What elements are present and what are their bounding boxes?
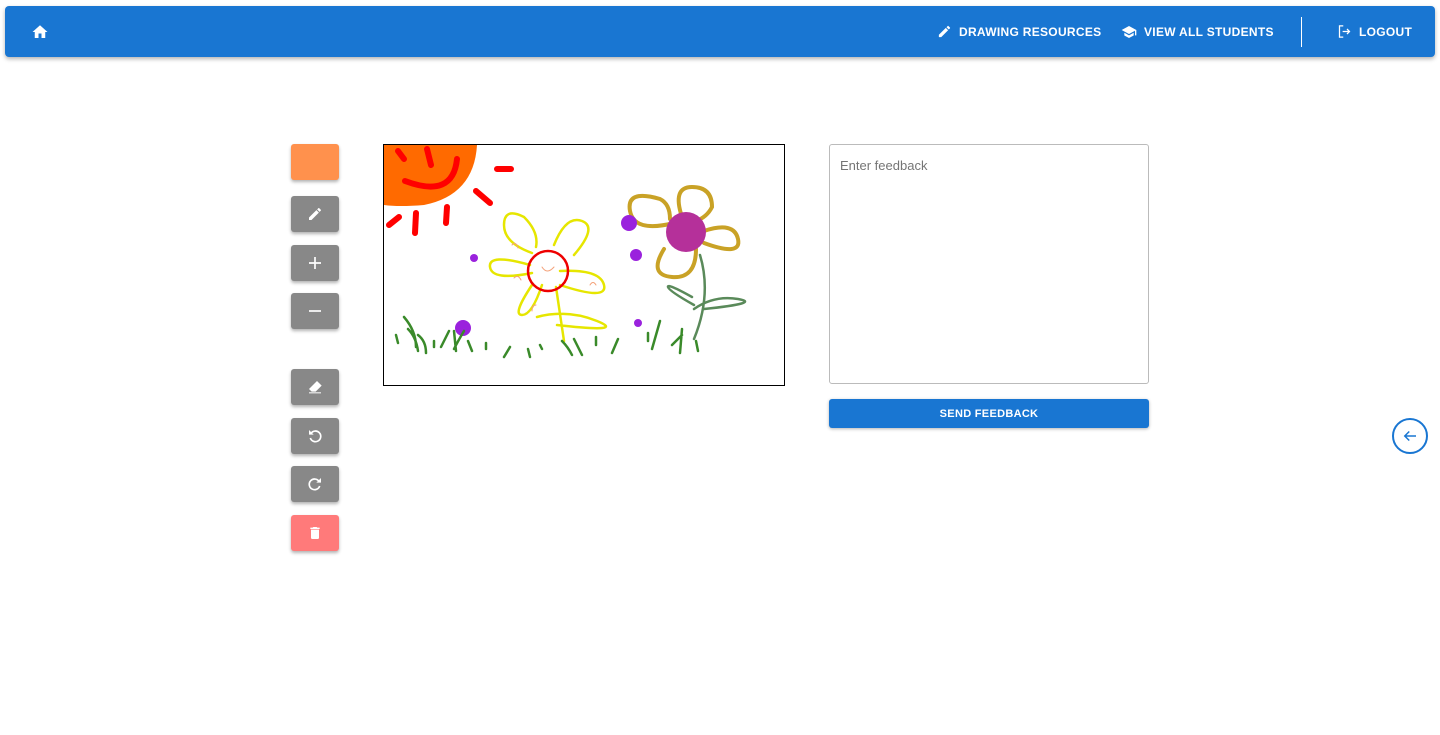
drawing-resources-button[interactable]: DRAWING RESOURCES: [937, 6, 1101, 57]
color-picker-button[interactable]: [291, 144, 339, 180]
undo-button[interactable]: [291, 418, 339, 454]
drawing-canvas[interactable]: [383, 144, 785, 386]
plus-icon: [309, 257, 321, 269]
send-feedback-button[interactable]: SEND FEEDBACK: [829, 399, 1149, 428]
home-button[interactable]: [31, 6, 49, 57]
back-button[interactable]: [1392, 418, 1428, 454]
trash-icon: [310, 527, 320, 539]
home-icon: [32, 24, 48, 38]
redo-button[interactable]: [291, 466, 339, 502]
draw-icon: [938, 25, 951, 38]
eraser-button[interactable]: [291, 369, 339, 405]
pencil-button[interactable]: [291, 196, 339, 232]
drawing-resources-label: DRAWING RESOURCES: [959, 24, 1102, 39]
top-nav-bar: DRAWING RESOURCES VIEW ALL STUDENTS LOGO…: [5, 6, 1435, 57]
minus-icon: [309, 310, 321, 312]
logout-button[interactable]: LOGOUT: [1337, 6, 1412, 57]
view-all-students-label: VIEW ALL STUDENTS: [1144, 24, 1274, 39]
decrease-size-button[interactable]: [291, 293, 339, 329]
school-icon: [1121, 25, 1137, 38]
feedback-input[interactable]: [829, 144, 1149, 384]
logout-label: LOGOUT: [1359, 24, 1413, 39]
nav-divider: [1301, 17, 1302, 47]
arrow-left-icon: [1403, 430, 1416, 442]
view-all-students-button[interactable]: VIEW ALL STUDENTS: [1121, 6, 1274, 57]
increase-size-button[interactable]: [291, 245, 339, 281]
undo-icon: [309, 430, 322, 443]
eraser-icon: [309, 381, 322, 394]
pencil-icon: [309, 208, 321, 220]
logout-icon: [1338, 25, 1351, 38]
clear-canvas-button[interactable]: [291, 515, 339, 551]
student-drawing: [384, 145, 747, 359]
redo-icon: [308, 478, 321, 491]
